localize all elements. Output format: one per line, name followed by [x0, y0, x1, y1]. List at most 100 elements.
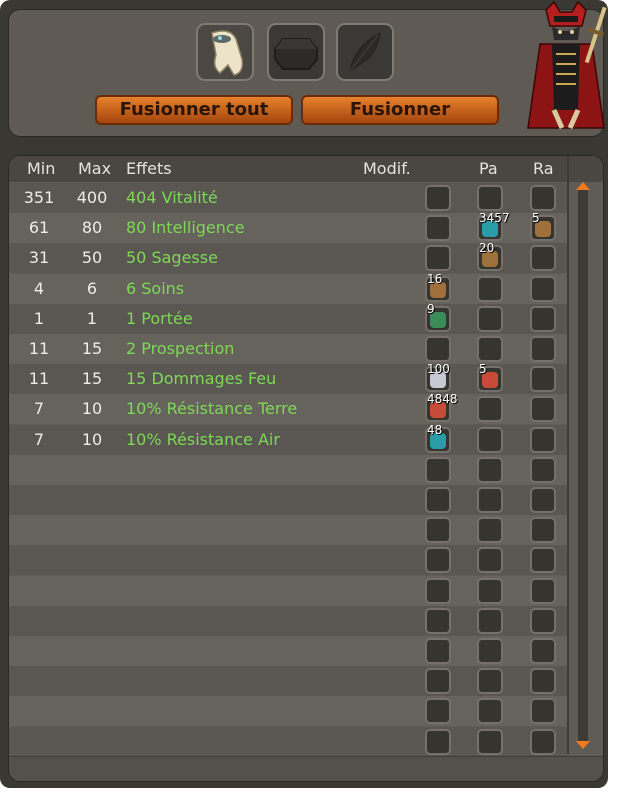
row-max: 400 — [76, 188, 108, 207]
modif-box[interactable] — [425, 487, 451, 513]
modif-box[interactable] — [425, 215, 451, 242]
row-max: 10 — [81, 429, 103, 449]
item-slot[interactable] — [196, 23, 254, 81]
rune-slot[interactable] — [267, 23, 325, 81]
table-row — [9, 696, 567, 727]
table-row — [9, 515, 567, 546]
pa-box[interactable] — [477, 517, 503, 544]
ra-box[interactable] — [530, 607, 556, 634]
ra-box[interactable] — [530, 547, 556, 574]
ra-box[interactable] — [530, 668, 556, 695]
modif-box[interactable] — [425, 728, 451, 755]
modif-box[interactable]: 16 — [425, 272, 451, 302]
pa-box[interactable] — [477, 577, 503, 604]
pa-box[interactable] — [477, 487, 503, 513]
ra-box[interactable] — [530, 426, 556, 453]
modif-box[interactable]: 100 — [425, 362, 451, 393]
rune-count: 100 — [427, 362, 450, 377]
ra-box[interactable]: 5 — [530, 211, 556, 242]
row-effect: 15 Dommages Feu — [126, 369, 277, 389]
ra-box[interactable] — [530, 245, 556, 272]
rune-count: 48 — [427, 422, 443, 437]
ra-box[interactable] — [530, 305, 556, 332]
row-max: 80 — [81, 218, 103, 238]
row-min: 7 — [33, 429, 45, 449]
modif-box[interactable] — [425, 245, 451, 272]
row-min: 11 — [28, 369, 50, 389]
pa-box[interactable] — [477, 607, 503, 634]
pa-box[interactable]: 20 — [477, 241, 503, 272]
modif-box[interactable] — [425, 668, 451, 695]
ra-box[interactable] — [530, 487, 556, 513]
pa-box[interactable] — [477, 456, 503, 483]
scroll-up-arrow-icon[interactable] — [576, 182, 590, 190]
modif-box[interactable] — [425, 456, 451, 483]
pa-box[interactable] — [477, 305, 503, 332]
fusion-panel: Fusionner tout Fusionner — [8, 9, 604, 137]
pa-box[interactable] — [477, 275, 503, 302]
modif-box[interactable] — [425, 517, 451, 544]
ra-box[interactable] — [530, 638, 556, 664]
item-icon — [211, 30, 244, 76]
merge-button[interactable]: Fusionner — [301, 95, 499, 125]
modif-box[interactable] — [425, 607, 451, 634]
table-row: 7 10 10% Résistance Air 48 — [9, 423, 567, 455]
ra-box[interactable] — [530, 366, 556, 393]
row-effect: 1 Portée — [126, 308, 193, 328]
feather-slot[interactable] — [336, 23, 394, 81]
ra-box[interactable] — [530, 517, 556, 544]
ra-box[interactable] — [530, 275, 556, 302]
ra-box[interactable] — [530, 698, 556, 725]
table-row — [9, 726, 567, 757]
ra-box[interactable] — [530, 728, 556, 755]
row-min: 11 — [28, 339, 50, 358]
rune-count: 16 — [427, 271, 443, 286]
pa-box[interactable] — [477, 336, 503, 362]
pa-box[interactable] — [477, 547, 503, 574]
header-min: Min — [27, 159, 56, 178]
pa-box[interactable] — [477, 668, 503, 695]
pa-box[interactable] — [477, 728, 503, 755]
modif-box[interactable]: 9 — [425, 302, 451, 332]
header-max: Max — [78, 159, 112, 178]
pa-box[interactable]: 3457 — [477, 211, 510, 242]
pa-box[interactable] — [477, 698, 503, 725]
modif-box[interactable] — [425, 638, 451, 664]
rune-count: 20 — [479, 241, 495, 256]
ra-box[interactable] — [530, 185, 556, 211]
modif-box[interactable] — [425, 577, 451, 604]
scrollbar[interactable] — [578, 186, 588, 744]
modif-box[interactable] — [425, 698, 451, 725]
modif-box[interactable]: 48 — [425, 423, 451, 453]
pa-box[interactable] — [477, 396, 503, 423]
header-pa: Pa — [479, 159, 498, 178]
row-max: 6 — [86, 278, 98, 298]
row-effect: 404 Vitalité — [126, 188, 218, 207]
modif-box[interactable] — [425, 547, 451, 574]
table-row: 11 15 2 Prospection — [9, 334, 567, 364]
modif-box[interactable] — [425, 336, 451, 362]
row-effect: 10% Résistance Air — [126, 429, 280, 449]
table-row: 11 15 15 Dommages Feu 100 5 — [9, 362, 567, 395]
pa-box[interactable] — [477, 638, 503, 664]
ra-box[interactable] — [530, 577, 556, 604]
pa-box[interactable] — [477, 185, 503, 211]
row-min: 7 — [33, 399, 45, 419]
row-effect: 6 Soins — [126, 278, 185, 298]
modif-box[interactable] — [425, 185, 451, 211]
row-min: 1 — [33, 308, 45, 328]
row-min: 351 — [23, 188, 55, 207]
pa-box[interactable] — [477, 426, 503, 453]
table-row — [9, 575, 567, 606]
modif-box[interactable]: 4848 — [425, 392, 458, 423]
ra-box[interactable] — [530, 336, 556, 362]
merge-all-button[interactable]: Fusionner tout — [95, 95, 293, 125]
ra-box[interactable] — [530, 456, 556, 483]
table-row: 7 10 10% Résistance Terre 4848 — [9, 392, 567, 425]
row-max: 10 — [81, 399, 103, 419]
row-max: 15 — [81, 339, 103, 358]
ra-box[interactable] — [530, 396, 556, 423]
rune-count: 5 — [532, 211, 540, 226]
pa-box[interactable]: 5 — [477, 362, 503, 393]
scroll-down-arrow-icon[interactable] — [576, 741, 590, 749]
